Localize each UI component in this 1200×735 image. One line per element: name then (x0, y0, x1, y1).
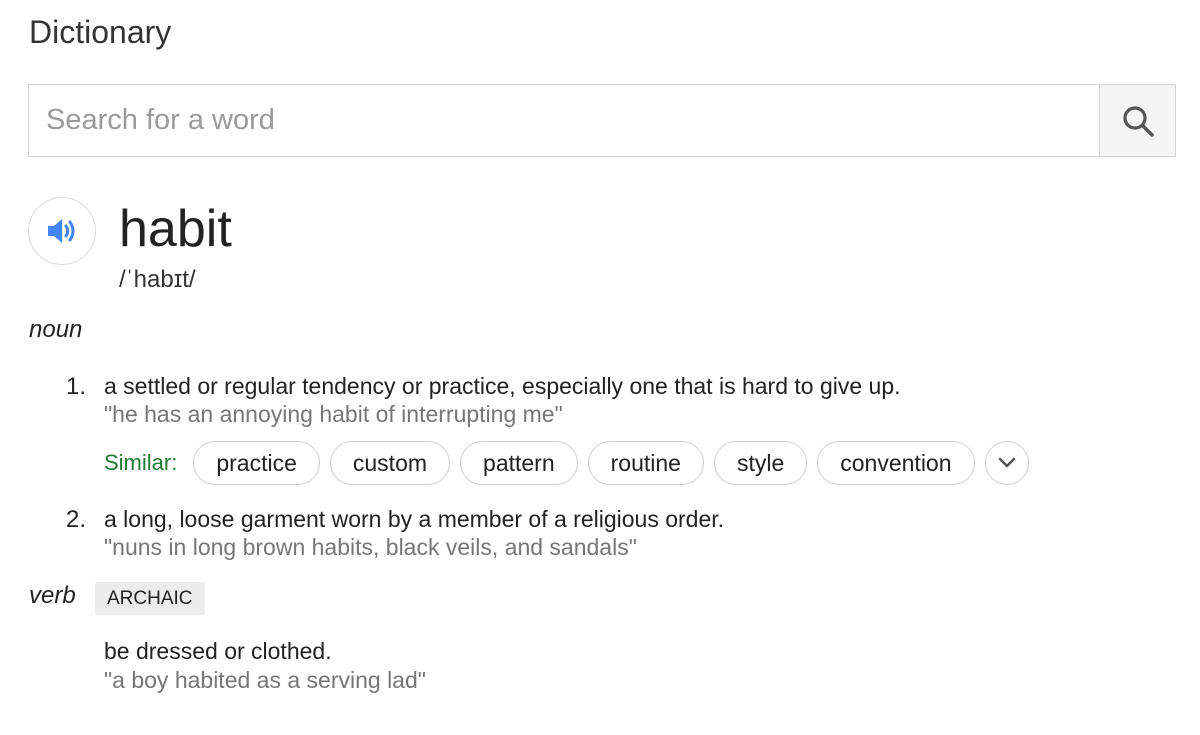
similar-chip-style[interactable]: style (713, 441, 808, 485)
speaker-icon (48, 219, 75, 243)
similar-chip-custom[interactable]: custom (329, 441, 451, 485)
sense-example: "he has an annoying habit of interruptin… (104, 401, 563, 427)
similar-chip-routine[interactable]: routine (587, 441, 704, 485)
verb-example: "a boy habited as a serving lad" (104, 667, 426, 693)
part-of-speech-verb: verb (29, 582, 76, 609)
headword: habit (119, 200, 232, 258)
verb-definition: be dressed or clothed. (104, 638, 332, 664)
sense-example: "nuns in long brown habits, black veils,… (104, 534, 637, 560)
chevron-down-icon (998, 457, 1015, 468)
similar-chip-convention[interactable]: convention (817, 441, 975, 485)
search-box (28, 84, 1176, 157)
search-icon (1122, 105, 1154, 137)
similar-chip-practice[interactable]: practice (193, 441, 320, 485)
search-button[interactable] (1099, 85, 1175, 156)
sense-definition: a settled or regular tendency or practic… (104, 373, 901, 399)
phonetic-spelling: /ˈhabɪt/ (119, 266, 196, 293)
expand-similar-button[interactable] (984, 441, 1029, 485)
pronunciation-audio-button[interactable] (28, 197, 96, 265)
search-input[interactable] (29, 85, 1099, 156)
archaic-badge: ARCHAIC (95, 582, 205, 615)
similar-label: Similar: (104, 450, 178, 475)
similar-chip-pattern[interactable]: pattern (460, 441, 578, 485)
sense-number: 1. (66, 373, 87, 400)
page-title: Dictionary (29, 14, 172, 50)
sense-definition: a long, loose garment worn by a member o… (104, 506, 725, 532)
sense-number: 2. (66, 506, 87, 533)
dictionary-page: Dictionary habit /ˈhabɪt/ noun 1. a sett… (0, 0, 1200, 735)
similar-words-row: Similar: practice custom pattern routine… (104, 440, 1029, 486)
part-of-speech-noun: noun (29, 316, 83, 343)
